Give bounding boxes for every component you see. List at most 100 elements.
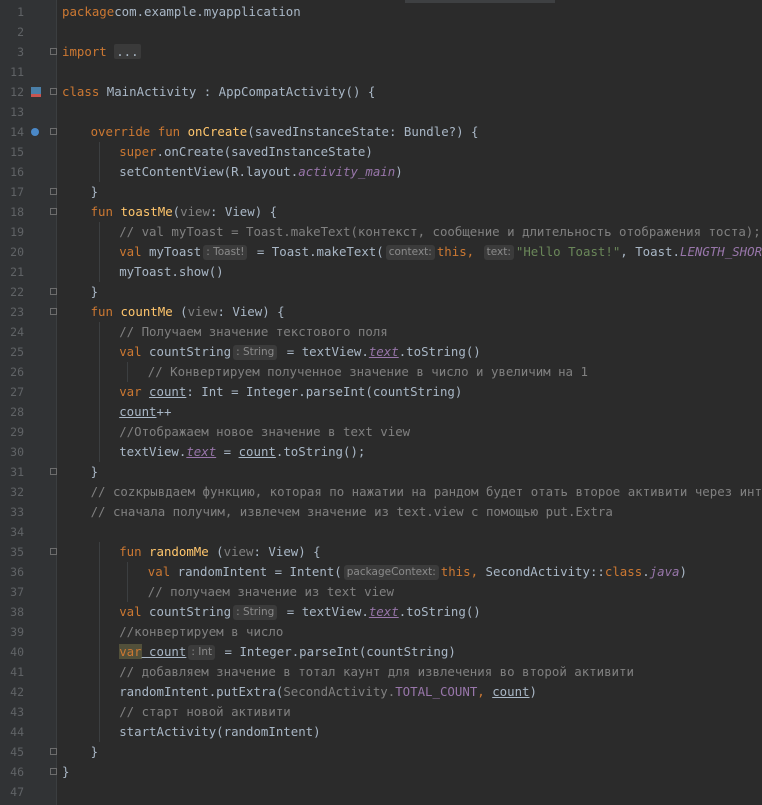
fold-toggle-icon[interactable] [50, 188, 57, 195]
line-number[interactable]: 33 [0, 502, 24, 522]
code-line[interactable]: 47 [0, 782, 762, 802]
line-number[interactable]: 22 [0, 282, 24, 302]
code-line[interactable]: 36 val randomIntent = Intent(packageConte… [0, 562, 762, 582]
code-text[interactable]: fun toastMe(view: View) { [91, 202, 278, 222]
code-text[interactable]: // Получаем значение текстового поля [119, 322, 388, 342]
activity-layout-icon[interactable] [31, 87, 41, 97]
code-text[interactable]: var count: Int = Integer.parseInt(countS… [119, 382, 462, 402]
code-line[interactable]: 29 //Отображаем новое значение в text vie… [0, 422, 762, 442]
line-number[interactable]: 24 [0, 322, 24, 342]
code-line[interactable]: 24 // Получаем значение текстового поля [0, 322, 762, 342]
line-number[interactable]: 20 [0, 242, 24, 262]
code-text[interactable]: // val myToast = Toast.makeText(контекст… [119, 222, 761, 242]
code-line[interactable]: 42 randomIntent.putExtra(SecondActivity.T… [0, 682, 762, 702]
line-number[interactable]: 16 [0, 162, 24, 182]
line-number[interactable]: 46 [0, 762, 24, 782]
code-line[interactable]: 25 val countString: String = textView.tex… [0, 342, 762, 362]
code-text[interactable]: // сozкрывдаем функцию, которая по нажат… [91, 482, 762, 502]
line-number[interactable]: 18 [0, 202, 24, 222]
code-line[interactable]: 19 // val myToast = Toast.makeText(контек… [0, 222, 762, 242]
code-text[interactable]: var count: Int = Integer.parseInt(countS… [119, 642, 456, 662]
code-line[interactable]: 45} [0, 742, 762, 762]
line-number[interactable]: 41 [0, 662, 24, 682]
code-line[interactable]: 37 // получаем значение из text view [0, 582, 762, 602]
code-text[interactable]: myToast.show() [119, 262, 223, 282]
line-number[interactable]: 39 [0, 622, 24, 642]
fold-toggle-icon[interactable] [50, 88, 57, 95]
line-number[interactable]: 44 [0, 722, 24, 742]
code-text[interactable]: val countString: String = textView.text.… [119, 342, 481, 362]
line-number[interactable]: 21 [0, 262, 24, 282]
line-number[interactable]: 19 [0, 222, 24, 242]
code-text[interactable]: textView.text = count.toString(); [119, 442, 365, 462]
code-text[interactable]: } [91, 462, 98, 482]
code-text[interactable]: fun countMe (view: View) { [91, 302, 285, 322]
code-text[interactable]: } [91, 182, 98, 202]
code-text[interactable]: // Конвертируем полученное значение в чи… [148, 362, 588, 382]
code-line[interactable]: 20 val myToast: Toast! = Toast.makeText(c… [0, 242, 762, 262]
code-line[interactable]: 15 super.onCreate(savedInstanceState) [0, 142, 762, 162]
line-number[interactable]: 23 [0, 302, 24, 322]
code-text[interactable]: //Отображаем новое значение в text view [119, 422, 410, 442]
code-text[interactable]: val countString: String = textView.text.… [119, 602, 481, 622]
code-line[interactable]: 43 // старт новой активити [0, 702, 762, 722]
code-text[interactable]: setContentView(R.layout.activity_main) [119, 162, 403, 182]
fold-toggle-icon[interactable] [50, 548, 57, 555]
code-line[interactable]: 18 fun toastMe(view: View) { [0, 202, 762, 222]
fold-toggle-icon[interactable] [50, 48, 57, 55]
code-text[interactable]: startActivity(randomIntent) [119, 722, 320, 742]
line-number[interactable]: 43 [0, 702, 24, 722]
code-line[interactable]: 3 import ... [0, 42, 762, 62]
line-number[interactable]: 32 [0, 482, 24, 502]
code-text[interactable]: } [91, 742, 98, 762]
code-line[interactable]: 26 // Конвертируем полученное значение в … [0, 362, 762, 382]
code-text[interactable]: // старт новой активити [119, 702, 291, 722]
line-number[interactable]: 40 [0, 642, 24, 662]
line-number[interactable]: 29 [0, 422, 24, 442]
code-line[interactable]: 22} [0, 282, 762, 302]
code-text[interactable]: val myToast: Toast! = Toast.makeText(con… [119, 242, 762, 262]
code-line[interactable]: 31} [0, 462, 762, 482]
line-number[interactable]: 31 [0, 462, 24, 482]
code-line[interactable]: 1 packagecom.example.myapplication [0, 2, 762, 22]
code-text[interactable]: super.onCreate(savedInstanceState) [119, 142, 373, 162]
code-line[interactable]: 32 // сozкрывдаем функцию, которая по наж… [0, 482, 762, 502]
code-line[interactable]: 12 class MainActivity : AppCompatActivity… [0, 82, 762, 102]
code-line[interactable]: 30 textView.text = count.toString(); [0, 442, 762, 462]
line-number[interactable]: 26 [0, 362, 24, 382]
code-text[interactable]: } [91, 282, 98, 302]
override-method-icon[interactable] [31, 128, 39, 136]
code-line[interactable]: 11 [0, 62, 762, 82]
fold-toggle-icon[interactable] [50, 128, 57, 135]
code-line[interactable]: 14 override fun onCreate(savedInstanceSta… [0, 122, 762, 142]
code-line[interactable]: 21 myToast.show() [0, 262, 762, 282]
code-text[interactable]: randomIntent.putExtra(SecondActivity.TOT… [119, 682, 537, 702]
line-number[interactable]: 30 [0, 442, 24, 462]
code-text[interactable]: count++ [119, 402, 171, 422]
fold-toggle-icon[interactable] [50, 768, 57, 775]
code-text[interactable]: packagecom.example.myapplication [62, 2, 301, 22]
line-number[interactable]: 34 [0, 522, 24, 542]
code-line[interactable]: 34 [0, 522, 762, 542]
code-line[interactable]: 16 setContentView(R.layout.activity_main) [0, 162, 762, 182]
line-number[interactable]: 12 [0, 82, 24, 102]
fold-toggle-icon[interactable] [50, 748, 57, 755]
line-number[interactable]: 3 [0, 42, 24, 62]
line-number[interactable]: 35 [0, 542, 24, 562]
code-line[interactable]: 38 val countString: String = textView.tex… [0, 602, 762, 622]
line-number[interactable]: 1 [0, 2, 24, 22]
code-line[interactable]: 13 [0, 102, 762, 122]
fold-toggle-icon[interactable] [50, 468, 57, 475]
line-number[interactable]: 17 [0, 182, 24, 202]
code-text[interactable]: fun randomMe (view: View) { [119, 542, 320, 562]
line-number[interactable]: 15 [0, 142, 24, 162]
code-text[interactable]: class MainActivity : AppCompatActivity()… [62, 82, 375, 102]
code-line[interactable]: 33 // сначала получим, извлечем значение … [0, 502, 762, 522]
line-number[interactable]: 28 [0, 402, 24, 422]
code-line[interactable]: 44 startActivity(randomIntent) [0, 722, 762, 742]
line-number[interactable]: 27 [0, 382, 24, 402]
line-number[interactable]: 42 [0, 682, 24, 702]
line-number[interactable]: 47 [0, 782, 24, 802]
line-number[interactable]: 37 [0, 582, 24, 602]
line-number[interactable]: 11 [0, 62, 24, 82]
